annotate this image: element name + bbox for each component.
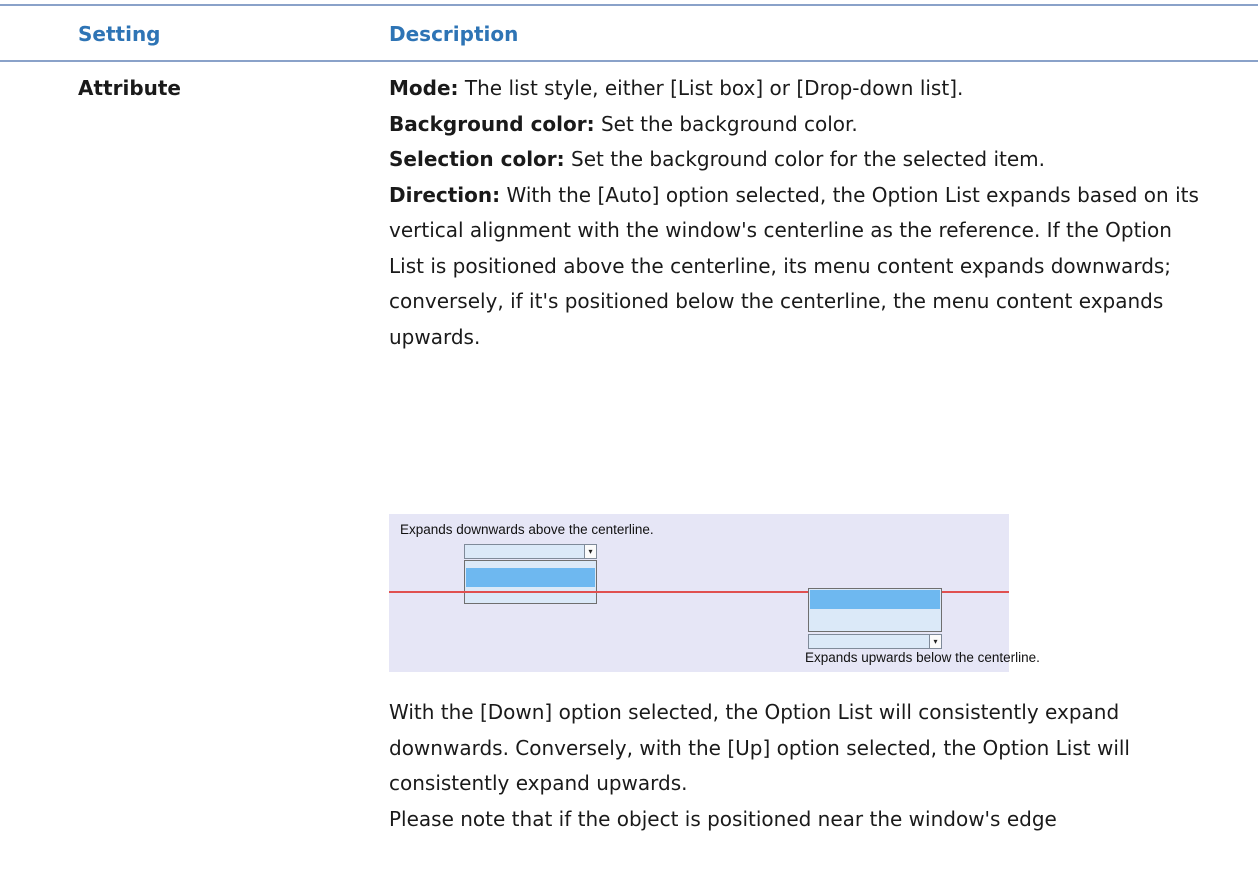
- dropdown-below-centerline: ▾: [808, 634, 942, 649]
- background-color-text: Set the background color.: [594, 111, 858, 136]
- mode-label: Mode:: [389, 76, 459, 100]
- selected-item-highlight: [810, 590, 940, 609]
- bottom-caption: Expands upwards below the centerline.: [805, 650, 1040, 665]
- mode-text: The list style, either [List box] or [Dr…: [458, 76, 964, 100]
- description-continued: With the [Down] option selected, the Opt…: [389, 695, 1209, 837]
- dropdown-arrow-icon: ▾: [929, 635, 941, 648]
- dropdown-above-centerline: ▾: [464, 544, 597, 559]
- setting-name: Attribute: [78, 76, 181, 100]
- selected-item-highlight: [466, 568, 595, 587]
- direction-illustration: Expands downwards above the centerline. …: [389, 514, 1040, 672]
- mode-line: Mode: The list style, either [List box] …: [389, 71, 1209, 107]
- selection-color-line: Selection color: Set the background colo…: [389, 142, 1209, 178]
- direction-paragraph: Direction: With the [Auto] option select…: [389, 178, 1209, 356]
- up-down-paragraph: With the [Down] option selected, the Opt…: [389, 700, 1130, 795]
- background-color-line: Background color: Set the background col…: [389, 107, 1209, 143]
- column-header-setting: Setting: [78, 22, 161, 46]
- selection-color-text: Set the background color for the selecte…: [564, 147, 1046, 171]
- header-bottom-rule: [0, 60, 1258, 62]
- selection-color-label: Selection color:: [389, 147, 565, 171]
- table-top-rule: [0, 4, 1258, 6]
- top-caption: Expands downwards above the centerline.: [400, 522, 654, 537]
- description-block: Mode: The list style, either [List box] …: [389, 71, 1209, 355]
- column-header-description: Description: [389, 22, 519, 46]
- expanded-list-downwards: [464, 560, 597, 604]
- background-color-label: Background color:: [389, 111, 595, 136]
- dropdown-arrow-icon: ▾: [584, 545, 596, 558]
- note-paragraph: Please note that if the object is positi…: [389, 806, 1057, 831]
- direction-text: With the [Auto] option selected, the Opt…: [389, 182, 1199, 349]
- direction-label: Direction:: [389, 182, 501, 207]
- expanded-list-upwards: [808, 588, 942, 632]
